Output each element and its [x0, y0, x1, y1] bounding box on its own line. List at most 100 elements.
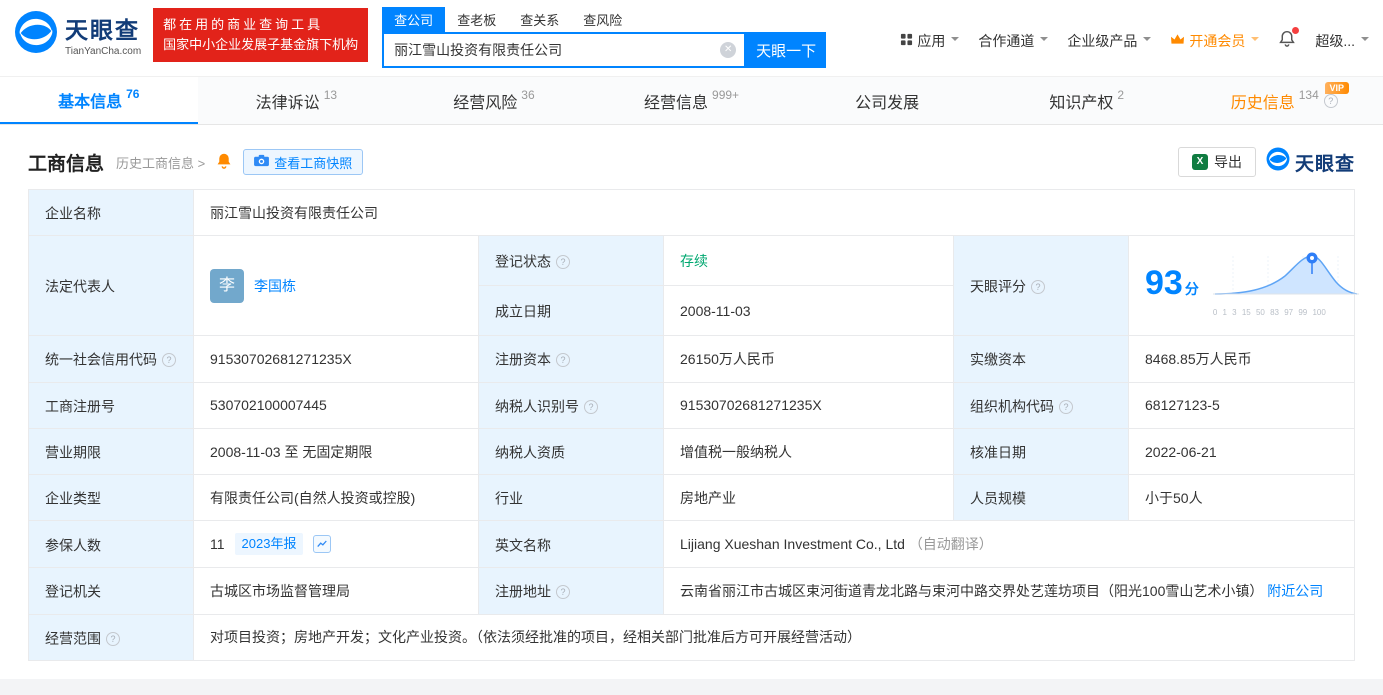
tab-company-development[interactable]: 公司发展 — [790, 77, 988, 124]
help-icon[interactable]: ? — [556, 255, 570, 270]
help-icon[interactable]: ? — [556, 585, 570, 600]
snapshot-button[interactable]: 查看工商快照 — [243, 149, 364, 175]
tianyan-score-value: 93 分 0 1 3 15 50 83 97 99 100 — [1128, 235, 1359, 337]
score-distribution-chart: 0 1 3 15 50 83 97 99 100 — [1212, 248, 1359, 323]
registration-status-label: 登记状态? — [478, 235, 664, 287]
chevron-down-icon — [951, 36, 960, 45]
crown-icon — [1170, 33, 1185, 49]
business-term-label: 营业期限 — [28, 427, 194, 476]
table-row: 登记机关 古城区市场监督管理局 注册地址? 云南省丽江市古城区束河街道青龙北路与… — [28, 567, 1355, 615]
approval-date-label: 核准日期 — [953, 427, 1129, 476]
registered-capital-value: 26150万人民币 — [663, 335, 954, 383]
taxpayer-quality-value: 增值税一般纳税人 — [663, 427, 954, 476]
english-name-label: 英文名称 — [478, 520, 664, 569]
taxpayer-id-label: 纳税人识别号? — [478, 381, 664, 429]
table-row: 法定代表人 李 李国栋 登记状态? 存续 天眼评分? 93 分 0 1 3 15… — [28, 235, 1359, 337]
history-business-info-link[interactable]: 历史工商信息 > — [116, 153, 205, 172]
business-info-header: 工商信息 历史工商信息 > 查看工商快照 X 导出 天眼查 — [28, 147, 1355, 177]
nav-enterprise-products[interactable]: 企业级产品 — [1067, 31, 1152, 51]
search-tab-company[interactable]: 查公司 — [382, 7, 446, 32]
search-input[interactable] — [384, 34, 745, 66]
legal-rep-link[interactable]: 李国栋 — [254, 276, 296, 296]
taxpayer-id-value: 91530702681271235X — [663, 381, 954, 429]
table-row: 工商注册号 530702100007445 纳税人识别号? 9153070268… — [28, 381, 1355, 429]
table-row: 经营范围? 对项目投资；房地产开发；文化产业投资。（依法须经批准的项目，经相关部… — [28, 613, 1355, 662]
promo-line-1: 都在用的商业查询工具 — [163, 17, 324, 32]
tab-intellectual-property[interactable]: 知识产权 2 — [988, 77, 1186, 124]
tianyancha-watermark: 天眼查 — [1266, 147, 1355, 177]
nav-partner-channel[interactable]: 合作通道 — [978, 31, 1049, 51]
help-icon[interactable]: ? — [584, 399, 598, 414]
chevron-down-icon — [1143, 36, 1152, 45]
chevron-down-icon — [1361, 36, 1369, 45]
taxpayer-quality-label: 纳税人资质 — [478, 427, 664, 476]
help-icon[interactable]: ? — [556, 353, 570, 368]
auto-translate-note: （自动翻译） — [908, 536, 993, 553]
industry-value: 房地产业 — [663, 474, 954, 522]
tab-operation-info[interactable]: 经营信息 999+ — [593, 77, 791, 124]
main-tab-bar: 基本信息 76 法律诉讼 13 经营风险 36 经营信息 999+ 公司发展 知识产权 2… — [0, 76, 1383, 125]
camera-icon — [254, 154, 270, 170]
registry-authority-label: 登记机关 — [28, 567, 194, 615]
tab-history-info[interactable]: VIP 历史信息 134 ? — [1185, 77, 1383, 124]
nav-apps[interactable]: 应用 — [900, 31, 960, 51]
table-row: 企业类型 有限责任公司(自然人投资或控股) 行业 房地产业 人员规模 小于50人 — [28, 474, 1355, 522]
trend-chart-icon[interactable] — [313, 535, 332, 554]
paid-capital-value: 8468.85万人民币 — [1128, 335, 1355, 383]
org-code-value: 68127123-5 — [1128, 381, 1355, 429]
help-icon[interactable]: ? — [162, 353, 176, 368]
search-tab-risk[interactable]: 查风险 — [571, 7, 634, 32]
apps-grid-icon — [900, 33, 913, 49]
registered-capital-label: 注册资本? — [478, 335, 664, 383]
notification-dot — [1292, 27, 1300, 34]
score-axis-labels: 0 1 3 15 50 83 97 99 100 — [1212, 308, 1326, 318]
top-nav: 应用 合作通道 企业级产品 开通会员 超级... — [900, 27, 1369, 51]
nav-super[interactable]: 超级... — [1315, 31, 1369, 51]
tab-basic-info[interactable]: 基本信息 76 — [0, 77, 198, 124]
help-icon[interactable]: ? — [106, 631, 120, 646]
registered-address-value: 云南省丽江市古城区束河街道青龙北路与束河中路交界处艺莲坊项目（阳光100雪山艺术… — [663, 567, 1355, 615]
business-scope-value: 对项目投资；房地产开发；文化产业投资。（依法须经批准的项目，经相关部门批准后方可… — [193, 613, 1355, 662]
subscribe-bell-icon[interactable] — [215, 152, 233, 173]
search-tab-relation[interactable]: 查关系 — [508, 7, 571, 32]
promo-line-2: 国家中小企业发展子基金旗下机构 — [163, 37, 359, 53]
registration-number-label: 工商注册号 — [28, 381, 194, 429]
top-header: 天眼查 TianYanCha.com 都在用的商业查询工具 国家中小企业发展子基… — [0, 0, 1383, 68]
notification-bell-icon[interactable] — [1278, 27, 1300, 51]
table-row: 参保人数 11 2023年报 英文名称 Lijiang Xueshan Inve… — [28, 520, 1355, 569]
help-icon[interactable]: ? — [1323, 93, 1338, 108]
tianyancha-swirl-icon — [14, 10, 58, 57]
company-name-value: 丽江雪山投资有限责任公司 — [193, 188, 1355, 237]
search-tab-boss[interactable]: 查老板 — [445, 7, 508, 32]
section-title: 工商信息 — [28, 153, 105, 175]
help-icon[interactable]: ? — [1059, 399, 1073, 414]
search-button[interactable]: 天眼一下 — [746, 32, 827, 68]
export-button[interactable]: X 导出 — [1177, 147, 1256, 177]
established-date-label: 成立日期 — [478, 285, 664, 337]
logo-text-en: TianYanCha.com — [65, 45, 142, 57]
legal-rep-avatar[interactable]: 李 — [210, 268, 244, 303]
nearby-companies-link[interactable]: 附近公司 — [1267, 583, 1323, 599]
business-term-value: 2008-11-03 至 无固定期限 — [193, 427, 479, 476]
tianyancha-logo[interactable]: 天眼查 TianYanCha.com — [14, 10, 141, 57]
search-box: ✕ — [382, 32, 747, 68]
score-number: 93 分 — [1145, 263, 1199, 302]
registration-number-value: 530702100007445 — [193, 381, 479, 429]
approval-date-value: 2022-06-21 — [1128, 427, 1355, 476]
tab-legal-litigation[interactable]: 法律诉讼 13 — [198, 77, 396, 124]
company-type-label: 企业类型 — [28, 474, 194, 522]
help-icon[interactable]: ? — [1031, 280, 1045, 295]
business-info-table: 企业名称 丽江雪山投资有限责任公司 法定代表人 李 李国栋 登记状态? 存续 天… — [28, 188, 1359, 662]
business-scope-label: 经营范围? — [28, 613, 194, 662]
insured-count-value: 11 2023年报 — [193, 520, 479, 569]
org-code-label: 组织机构代码? — [953, 381, 1129, 429]
nav-open-vip[interactable]: 开通会员 — [1170, 31, 1260, 51]
industry-label: 行业 — [478, 474, 664, 522]
annual-report-link[interactable]: 2023年报 — [234, 533, 304, 556]
registry-authority-value: 古城区市场监督管理局 — [193, 567, 479, 615]
tab-operation-risk[interactable]: 经营风险 36 — [395, 77, 593, 124]
staff-size-label: 人员规模 — [953, 474, 1129, 522]
english-name-value: Lijiang Xueshan Investment Co., Ltd （自动翻… — [663, 520, 1355, 569]
chevron-down-icon — [1040, 36, 1049, 45]
established-date-value: 2008-11-03 — [663, 285, 954, 337]
